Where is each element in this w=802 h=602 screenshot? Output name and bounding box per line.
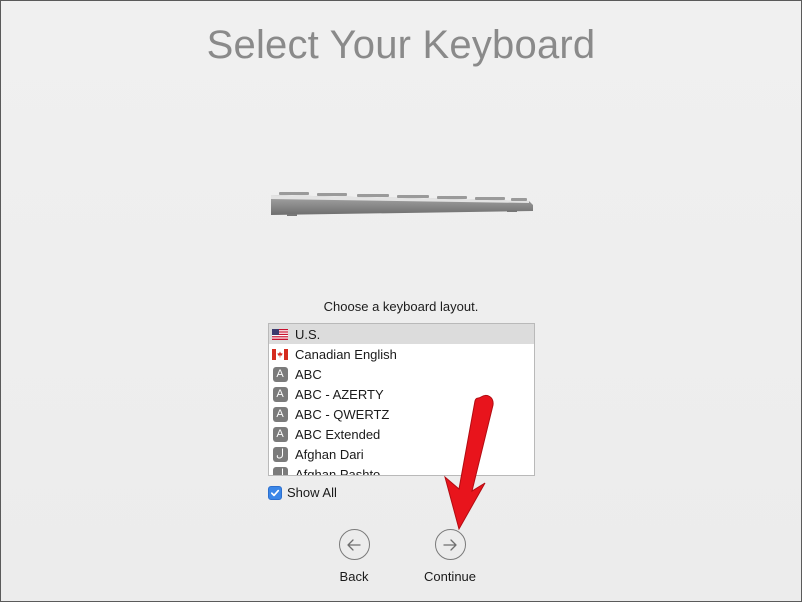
- letter-a-icon: A: [272, 426, 288, 442]
- keyboard-illustration: [271, 192, 533, 216]
- keyboard-layout-list[interactable]: U.S. Canadian English A ABC A ABC - AZER…: [268, 323, 535, 476]
- show-all-checkbox[interactable]: [268, 485, 282, 500]
- list-item-afghan-pashto[interactable]: ل Afghan Pashto: [269, 464, 534, 476]
- show-all-option[interactable]: Show All: [268, 485, 337, 500]
- list-item-label: ABC Extended: [295, 426, 381, 442]
- show-all-label: Show All: [287, 485, 337, 500]
- list-item-label: ABC - AZERTY: [295, 386, 384, 402]
- continue-label: Continue: [423, 569, 477, 584]
- list-item-label: Canadian English: [295, 346, 397, 362]
- list-item-abc[interactable]: A ABC: [269, 364, 534, 384]
- list-item-abc-qwertz[interactable]: A ABC - QWERTZ: [269, 404, 534, 424]
- list-item-abc-extended[interactable]: A ABC Extended: [269, 424, 534, 444]
- list-item-abc-azerty[interactable]: A ABC - AZERTY: [269, 384, 534, 404]
- list-item-us[interactable]: U.S.: [269, 324, 534, 344]
- us-flag-icon: [272, 327, 288, 341]
- letter-a-icon: A: [272, 386, 288, 402]
- back-button[interactable]: Back: [314, 529, 394, 584]
- list-item-afghan-dari[interactable]: ل Afghan Dari: [269, 444, 534, 464]
- back-label: Back: [339, 569, 369, 584]
- list-item-canadian-english[interactable]: Canadian English: [269, 344, 534, 364]
- forward-arrow-icon[interactable]: [434, 529, 466, 560]
- page-title: Select Your Keyboard: [206, 23, 596, 67]
- letter-a-icon: A: [272, 406, 288, 422]
- checkmark-icon: [270, 489, 280, 496]
- letter-a-icon: A: [272, 366, 288, 382]
- list-item-label: Afghan Pashto: [295, 466, 381, 476]
- list-item-label: ABC - QWERTZ: [295, 406, 390, 422]
- list-item-label: Afghan Dari: [295, 446, 364, 462]
- back-arrow-icon[interactable]: [338, 529, 370, 560]
- layout-prompt: Choose a keyboard layout.: [323, 299, 479, 314]
- continue-button[interactable]: Continue: [410, 529, 490, 584]
- setup-assistant-window: Select Your Keyboard Choose a keyboard l…: [0, 0, 802, 602]
- list-item-label: U.S.: [295, 326, 321, 342]
- canada-flag-icon: [272, 347, 288, 361]
- list-item-label: ABC: [295, 366, 322, 382]
- arabic-letter-icon: ل: [272, 446, 288, 462]
- arabic-letter-icon: ل: [272, 466, 288, 475]
